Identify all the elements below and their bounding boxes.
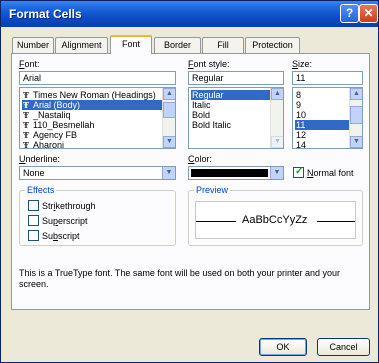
color-dropdown[interactable]: ▼: [188, 166, 284, 180]
effects-title: Effects: [25, 185, 57, 195]
font-style-scrollbar[interactable]: ▲ ▼: [270, 88, 283, 148]
font-info-text: This is a TrueType font. The same font w…: [19, 268, 341, 289]
font-list[interactable]: Ŧ Times New Roman (Headings) Ŧ Arial (Body…: [19, 87, 176, 149]
chevron-down-icon[interactable]: ▼: [270, 167, 283, 179]
size-list-scrollbar[interactable]: ▲ ▼: [349, 88, 362, 148]
list-item[interactable]: Bold Italic: [191, 120, 231, 130]
truetype-icon: Ŧ: [23, 140, 29, 149]
underline-value: None: [23, 168, 45, 178]
tab-font[interactable]: Font: [110, 35, 152, 54]
tab-label: Border: [163, 40, 191, 50]
scroll-thumb[interactable]: [350, 106, 362, 124]
font-style-list[interactable]: Regular Italic Bold Bold Italic ▲ ▼: [188, 87, 284, 149]
list-item[interactable]: Regular: [191, 90, 270, 100]
normal-font-label: Normal font: [307, 168, 354, 178]
list-item[interactable]: 12: [295, 130, 306, 140]
list-item[interactable]: Ŧ Agency FB: [22, 130, 77, 140]
font-name-input[interactable]: Arial: [19, 71, 176, 85]
scroll-down-icon[interactable]: ▼: [350, 136, 362, 148]
list-item[interactable]: 10: [295, 110, 306, 120]
size-label: Size:: [292, 59, 313, 69]
close-icon: ✕: [363, 6, 374, 20]
help-button[interactable]: ?: [340, 4, 359, 23]
close-button[interactable]: ✕: [359, 4, 378, 23]
truetype-icon: Ŧ: [23, 100, 29, 110]
scroll-up-icon[interactable]: ▲: [271, 88, 283, 100]
preview-baseline-right: [317, 221, 355, 222]
tab-label: Font: [121, 39, 140, 49]
tab-label: Number: [16, 40, 49, 50]
scroll-down-icon[interactable]: ▼: [163, 136, 175, 148]
tab-label: Fill: [217, 40, 229, 50]
scroll-up-icon[interactable]: ▲: [163, 88, 175, 100]
size-list[interactable]: 8 9 10 11 12 14 ▲ ▼: [292, 87, 363, 149]
truetype-icon: Ŧ: [23, 110, 29, 120]
underline-dropdown[interactable]: None ▼: [19, 166, 176, 180]
format-cells-dialog: Format Cells ? ✕ Number Alignment Font B…: [0, 0, 379, 363]
list-item[interactable]: Bold: [191, 110, 210, 120]
preview-box: AaBbCcYyZz: [195, 201, 356, 239]
tab-protection[interactable]: Protection: [245, 37, 300, 53]
window-title: Format Cells: [9, 7, 82, 21]
superscript-checkbox[interactable]: [28, 215, 39, 226]
truetype-icon: Ŧ: [23, 120, 29, 130]
list-item[interactable]: 11: [295, 120, 349, 130]
color-label: Color:: [188, 154, 213, 164]
font-style-input[interactable]: Regular: [188, 71, 284, 85]
tab-alignment[interactable]: Alignment: [55, 37, 108, 53]
size-input[interactable]: 11: [292, 71, 363, 85]
cancel-button[interactable]: Cancel: [317, 338, 370, 356]
truetype-icon: Ŧ: [23, 130, 29, 140]
list-item[interactable]: Ŧ _Nastaliq: [22, 110, 71, 120]
tab-label: Protection: [252, 40, 293, 50]
superscript-label: Superscript: [42, 216, 88, 226]
tab-border[interactable]: Border: [154, 37, 201, 53]
list-item[interactable]: 9: [295, 100, 301, 110]
ok-button[interactable]: OK: [259, 338, 307, 356]
font-label: Font:: [19, 59, 40, 69]
list-item[interactable]: Italic: [191, 100, 211, 110]
subscript-label: Subscript: [42, 231, 80, 241]
tab-label: Alignment: [61, 40, 102, 50]
strikethrough-label: Strikethrough: [42, 201, 96, 211]
title-bar[interactable]: Format Cells ? ✕: [1, 1, 378, 27]
preview-title: Preview: [194, 185, 231, 195]
scroll-thumb[interactable]: [163, 102, 175, 118]
scroll-down-icon[interactable]: ▼: [271, 136, 283, 148]
tab-number[interactable]: Number: [12, 37, 54, 53]
strikethrough-checkbox[interactable]: [28, 200, 39, 211]
preview-sample: AaBbCcYyZz: [242, 214, 308, 226]
list-item[interactable]: 14: [295, 140, 306, 148]
list-item[interactable]: Ŧ Arial (Body): [22, 100, 162, 110]
tab-fill[interactable]: Fill: [202, 37, 244, 53]
list-item[interactable]: Ŧ Times New Roman (Headings): [22, 90, 156, 100]
preview-baseline-left: [196, 221, 236, 222]
color-swatch: [191, 169, 268, 177]
normal-font-checkbox[interactable]: [293, 166, 304, 178]
font-tab-panel: Font: Arial Ŧ Times New Roman (Headings) …: [11, 53, 370, 310]
list-item[interactable]: Ŧ 110_Besmellah: [22, 120, 94, 130]
underline-label: Underline:: [19, 154, 61, 164]
truetype-icon: Ŧ: [23, 90, 29, 100]
font-list-scrollbar[interactable]: ▲ ▼: [162, 88, 175, 148]
chevron-down-icon[interactable]: ▼: [162, 167, 175, 179]
list-item[interactable]: Ŧ Aharoni: [22, 140, 64, 149]
help-icon: ?: [345, 6, 354, 20]
font-style-label: Font style:: [188, 59, 230, 69]
scroll-up-icon[interactable]: ▲: [350, 88, 362, 100]
subscript-checkbox[interactable]: [28, 230, 39, 241]
list-item[interactable]: 8: [295, 90, 301, 100]
